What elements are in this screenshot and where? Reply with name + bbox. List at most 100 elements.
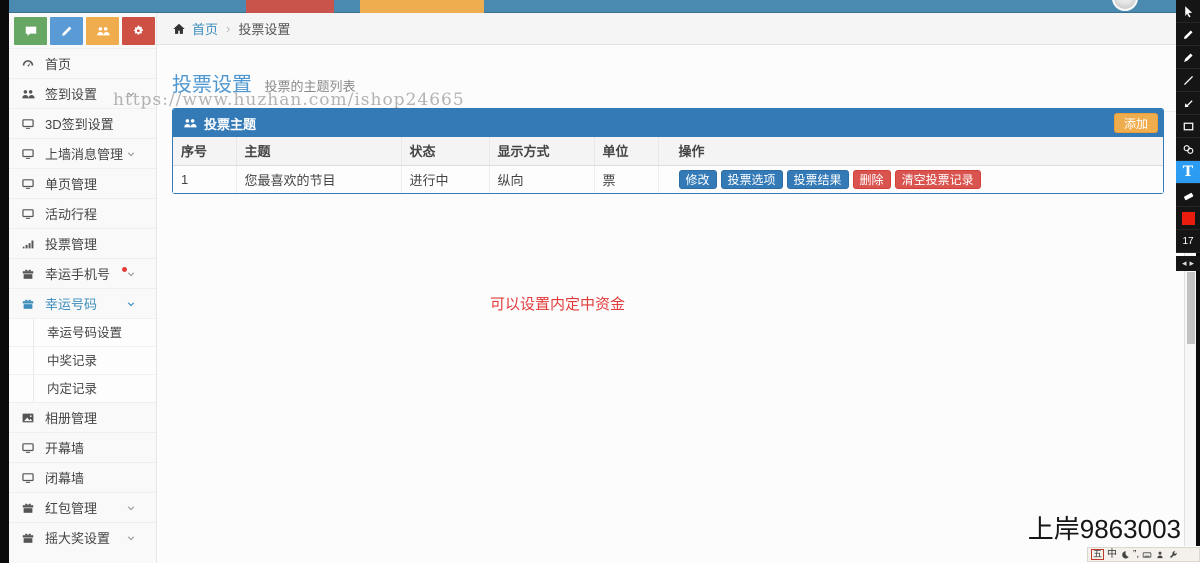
desktop-icon <box>21 471 35 485</box>
action-button[interactable]: 投票结果 <box>786 169 849 189</box>
annotation-toolbar: T 17 ◂ ▸ <box>1176 0 1200 271</box>
action-button[interactable]: 投票选项 <box>720 169 783 189</box>
wubi-indicator[interactable]: 五 <box>1091 549 1105 560</box>
punctuation-mode[interactable]: ”, <box>1133 549 1139 560</box>
column-header: 状态 <box>401 137 490 166</box>
column-header: 显示方式 <box>489 137 595 166</box>
user-avatar[interactable] <box>1112 0 1138 11</box>
navbar-tab-orange[interactable] <box>360 0 484 13</box>
gift-icon <box>21 531 35 545</box>
action-button[interactable]: 修改 <box>678 169 717 189</box>
sidebar-item-label: 上墙消息管理 <box>45 147 124 162</box>
dashboard-icon <box>21 57 35 71</box>
cell-actions: 修改 投票选项 投票结果 删除 清空投票记录 <box>658 165 1163 193</box>
desktop-icon <box>21 207 35 221</box>
keyboard-icon[interactable] <box>1142 550 1152 560</box>
sidebar-item[interactable]: 3D签到设置 <box>9 108 156 138</box>
bottom-signature-text: 上岸9863003 <box>1027 514 1181 544</box>
pencil-icon <box>60 24 74 38</box>
sidebar-item[interactable]: 闭幕墙 <box>9 462 156 492</box>
cell-topic: 您最喜欢的节目 <box>236 165 402 193</box>
gift-icon <box>21 297 35 311</box>
vote-topics-panel: 投票主题 添加 序号 主题 状态 显示方式 单位 操作 1 您最喜欢的节目 进行… <box>172 108 1164 194</box>
cursor-tool[interactable] <box>1176 0 1200 23</box>
edit-button[interactable] <box>50 17 83 45</box>
chart-icon <box>21 237 35 251</box>
text-tool[interactable]: T <box>1176 161 1200 184</box>
page-scrollbar[interactable] <box>1184 253 1196 546</box>
eraser-tool[interactable] <box>1176 184 1200 207</box>
navbar-tab-red[interactable] <box>246 0 334 13</box>
sidebar-subitem[interactable]: 内定记录 <box>9 374 156 402</box>
users-button[interactable] <box>86 17 119 45</box>
cell-unit: 票 <box>594 165 659 193</box>
sidebar-subitem[interactable]: 中奖记录 <box>9 346 156 374</box>
chinese-mode[interactable]: 中 <box>1107 549 1117 560</box>
column-header: 操作 <box>658 137 1163 166</box>
scrollbar-thumb[interactable] <box>1187 272 1195 344</box>
ime-toolbar: 五中 ”, <box>1087 547 1200 562</box>
color-swatch[interactable] <box>1176 207 1200 230</box>
moon-icon[interactable] <box>1120 550 1130 560</box>
wrench-icon[interactable] <box>1168 550 1178 560</box>
users-icon <box>21 87 35 101</box>
action-button[interactable]: 清空投票记录 <box>894 169 981 189</box>
sidebar-subitem[interactable]: 幸运号码设置 <box>9 318 156 346</box>
sidebar-item-label: 投票管理 <box>45 237 98 252</box>
breadcrumb-home-link[interactable]: 首页 <box>192 19 218 38</box>
sidebar-item-label: 摇大奖设置 <box>45 531 111 546</box>
steps-tool[interactable] <box>1176 138 1200 161</box>
tool-cells: T 17 <box>1176 0 1200 253</box>
size-indicator[interactable]: 17 <box>1176 230 1200 253</box>
redo-icon[interactable]: ▸ <box>1190 258 1195 269</box>
panel-title: 投票主题 <box>204 116 257 132</box>
breadcrumb: 首页 › 投票设置 <box>157 13 1196 45</box>
desktop-icon <box>21 177 35 191</box>
settings-button[interactable] <box>122 17 155 45</box>
sidebar-item[interactable]: 首页 <box>9 48 156 78</box>
sidebar-item[interactable]: 相册管理 <box>9 402 156 432</box>
sidebar-item[interactable]: 摇大奖设置 <box>9 522 156 552</box>
sidebar-item[interactable]: 红包管理 <box>9 492 156 522</box>
sidebar-submenu: 幸运号码设置 中奖记录 内定记录 <box>9 318 156 402</box>
desktop-icon <box>21 441 35 455</box>
undo-icon[interactable]: ◂ <box>1182 258 1187 269</box>
pencil-tool[interactable] <box>1176 23 1200 46</box>
add-button[interactable]: 添加 <box>1113 113 1158 133</box>
sidebar-item[interactable]: 投票管理 <box>9 228 156 258</box>
rectangle-tool[interactable] <box>1176 115 1200 138</box>
line-tool[interactable] <box>1176 69 1200 92</box>
sidebar-item[interactable]: 开幕墙 <box>9 432 156 462</box>
panel-header: 投票主题 添加 <box>173 109 1163 137</box>
cell-display: 纵向 <box>489 165 595 193</box>
sidebar-item-label: 闭幕墙 <box>45 471 85 486</box>
sidebar-item-label: 幸运手机号 <box>45 267 111 282</box>
sidebar-item[interactable]: 单页管理 <box>9 168 156 198</box>
sidebar-menu: 首页 签到设置 3D签到设置 上墙消息管理 单页管理 活动行程 投票管理 幸运手机号 幸运号码幸… <box>9 48 156 552</box>
sidebar-item-label: 首页 <box>45 57 72 72</box>
chevron-down-icon <box>126 533 136 543</box>
sidebar-item-label: 活动行程 <box>45 207 98 222</box>
sidebar-item[interactable]: 上墙消息管理 <box>9 138 156 168</box>
table-header-row: 序号 主题 状态 显示方式 单位 操作 <box>173 137 1163 166</box>
users-icon <box>96 24 110 38</box>
action-button[interactable]: 删除 <box>852 169 891 189</box>
home-icon <box>172 22 186 36</box>
arrow-tool[interactable] <box>1176 92 1200 115</box>
vote-topics-table: 序号 主题 状态 显示方式 单位 操作 1 您最喜欢的节目 进行中 纵向 票 修… <box>173 137 1163 193</box>
sidebar-item[interactable]: 幸运号码 <box>9 288 156 318</box>
column-header: 主题 <box>236 137 402 166</box>
marker-tool[interactable] <box>1176 46 1200 69</box>
chevron-down-icon <box>126 149 136 159</box>
sidebar-item[interactable]: 活动行程 <box>9 198 156 228</box>
annotation-note: 可以设置内定中资金 <box>490 296 626 313</box>
desktop-icon <box>21 117 35 131</box>
comments-button[interactable] <box>14 17 47 45</box>
gift-icon <box>21 267 35 281</box>
user-icon[interactable] <box>1155 550 1165 560</box>
desktop-icon <box>21 147 35 161</box>
cell-status: 进行中 <box>401 165 490 193</box>
undo-redo-group[interactable]: ◂ ▸ <box>1176 256 1200 271</box>
sidebar-item-label: 红包管理 <box>45 501 98 516</box>
sidebar-item[interactable]: 幸运手机号 <box>9 258 156 288</box>
